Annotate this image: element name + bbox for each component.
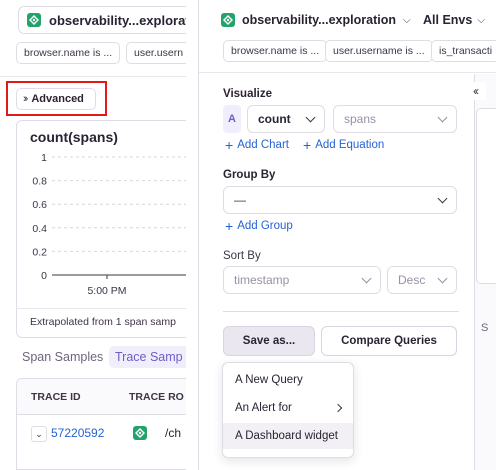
menu-item-dashboard-widget[interactable]: A Dashboard widget [223, 423, 353, 449]
group-by-label: Group By [223, 169, 276, 181]
add-chart-label: Add Chart [237, 139, 289, 151]
chart-card [16, 120, 186, 338]
divider [199, 72, 496, 73]
chevron-down-icon [305, 112, 316, 122]
menu-item-label: A New Query [235, 374, 303, 386]
highlight-box [6, 81, 107, 116]
filter-chip-is-transaction[interactable]: is_transacti [431, 40, 496, 62]
chart-footer: Extrapolated from 1 span samp [30, 316, 176, 328]
menu-item-label: An Alert for [235, 402, 292, 414]
environment-label: All Envs [423, 13, 473, 27]
chevron-right-icon [333, 403, 343, 413]
menu-item-alert[interactable]: An Alert for [223, 395, 353, 421]
project-selector[interactable]: observability...exploration [18, 6, 186, 34]
sort-field-select[interactable]: timestamp [223, 266, 381, 294]
plus-icon: + [225, 137, 234, 153]
sort-order-select[interactable]: Desc [387, 266, 457, 294]
tab-span-samples[interactable]: Span Samples [16, 346, 109, 368]
chart-title: count(spans) [30, 129, 118, 145]
sort-order-value: Desc [398, 273, 426, 287]
project-platform-icon [133, 426, 147, 440]
sort-by-label: Sort By [223, 250, 261, 262]
filter-chip-browser[interactable]: browser.name is ... [223, 40, 328, 62]
menu-item-label: A Dashboard widget [235, 430, 338, 442]
field-select[interactable]: spans [333, 105, 457, 133]
project-selector[interactable]: observability...exploration ⌵ [221, 7, 411, 33]
trace-table: TRACE ID TRACE RO ⌄ 57220592 /ch [16, 378, 186, 470]
trace-id-link[interactable]: 57220592 [51, 426, 104, 440]
divider [223, 311, 459, 312]
group-by-select[interactable]: — [223, 186, 457, 214]
save-as-menu: A New Query An Alert for A Dashboard wid… [222, 362, 354, 458]
plus-icon: + [225, 218, 234, 234]
divider [0, 76, 186, 77]
explore-background: observability...exploration browser.name… [0, 0, 186, 470]
double-chevron-left-icon[interactable]: ‹‹ [464, 82, 486, 100]
environment-selector[interactable]: All Envs ⌵ [423, 7, 485, 33]
visualize-label: Visualize [223, 88, 273, 100]
sort-field-value: timestamp [234, 273, 290, 287]
project-platform-icon [221, 13, 235, 27]
column-trace-id[interactable]: TRACE ID [31, 391, 81, 403]
project-platform-icon [27, 13, 41, 27]
divider [16, 308, 186, 309]
plus-icon: + [303, 137, 312, 153]
add-equation-button[interactable]: + Add Equation [303, 138, 384, 152]
chevron-down-icon [437, 273, 448, 283]
field-placeholder: spans [344, 112, 377, 126]
aggregate-value: count [258, 112, 291, 126]
add-group-button[interactable]: + Add Group [225, 219, 293, 233]
filter-chip-user[interactable]: user.username is ... [325, 40, 433, 62]
chevron-down-icon: ⌵ [477, 14, 485, 26]
add-chart-button[interactable]: + Add Chart [225, 138, 289, 152]
expand-row-chevron-icon[interactable]: ⌄ [31, 426, 47, 442]
project-name: observability...exploration [242, 13, 396, 27]
query-letter-badge: A [223, 105, 241, 133]
chevron-down-icon: ⌵ [402, 14, 411, 26]
filter-chip-user[interactable]: user.usern [126, 42, 186, 64]
column-trace-root[interactable]: TRACE RO [129, 391, 184, 403]
table-header: TRACE ID TRACE RO [17, 379, 186, 415]
save-as-button[interactable]: Save as... [223, 326, 315, 356]
group-by-value: — [234, 193, 246, 207]
chevron-down-icon [437, 112, 448, 122]
chevron-down-icon [361, 273, 372, 283]
tab-trace-samples[interactable]: Trace Samp [109, 346, 186, 368]
filter-chip-browser[interactable]: browser.name is ... [16, 42, 121, 64]
project-name: observability...exploration [49, 12, 186, 28]
add-group-label: Add Group [237, 220, 293, 232]
compare-queries-button[interactable]: Compare Queries [321, 326, 457, 356]
add-equation-label: Add Equation [315, 139, 385, 151]
trace-root-name: /ch [165, 426, 182, 440]
aggregate-select[interactable]: count [247, 105, 325, 133]
menu-item-new-query[interactable]: A New Query [223, 367, 353, 393]
side-panel-card [476, 108, 496, 284]
side-panel-label: S [481, 322, 489, 334]
chevron-down-icon [437, 193, 448, 203]
